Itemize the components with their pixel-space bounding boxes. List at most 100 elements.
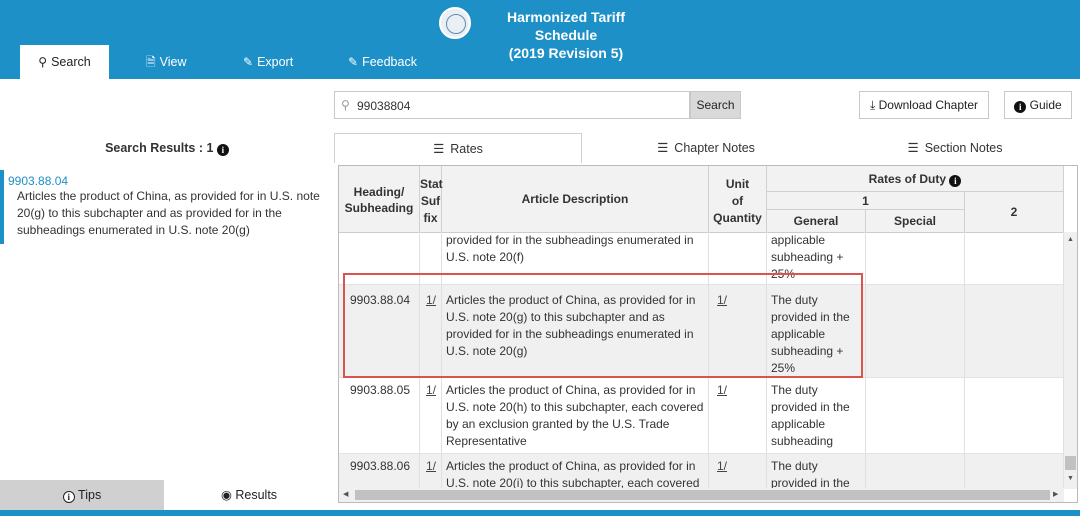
vertical-scrollbar[interactable]: ▲ ▼	[1064, 232, 1077, 489]
heading-cell	[339, 232, 420, 284]
app-header: Harmonized Tariff Schedule (2019 Revisio…	[0, 0, 1080, 79]
vertical-scroll-thumb[interactable]	[1065, 456, 1076, 470]
app-title-line2: (2019 Revision 5)	[508, 45, 624, 61]
heading-column-header: Heading/ Subheading	[339, 166, 420, 232]
unit-header-line3: Quantity	[713, 211, 762, 225]
unit-link[interactable]: 1/	[709, 378, 767, 453]
list-icon: ◉	[220, 488, 232, 502]
special-rate-cell	[866, 454, 965, 489]
tariff-table: Heading/ Subheading Stat Suf fix Article…	[338, 165, 1078, 503]
app-title: Harmonized Tariff Schedule (2019 Revisio…	[476, 8, 656, 62]
download-label: Download Chapter	[878, 98, 979, 112]
tab-view-label: View	[159, 55, 187, 69]
stat-link[interactable]: 1/	[420, 378, 442, 453]
unit-header-line1: Unit	[725, 177, 750, 191]
special-rate-cell	[866, 232, 965, 284]
tab-rates[interactable]: ☰ Rates	[334, 133, 582, 163]
app-title-line1: Harmonized Tariff Schedule	[507, 9, 625, 43]
scroll-right-icon[interactable]: ▶	[1053, 490, 1058, 498]
table-row: 9903.88.05 1/ Articles the product of Ch…	[339, 378, 1064, 454]
bottom-bar	[0, 510, 1080, 516]
search-results-count: Search Results : 1	[105, 141, 214, 155]
stat-header-line1: Stat	[420, 177, 443, 191]
stat-cell	[420, 232, 442, 284]
scroll-left-icon[interactable]: ◀	[343, 490, 348, 498]
horizontal-scroll-thumb[interactable]	[355, 490, 1050, 500]
tab-section-notes[interactable]: ☰ Section Notes	[830, 133, 1080, 163]
table-row: provided for in the subheadings enumerat…	[339, 232, 1064, 285]
stat-suffix-column-header: Stat Suf fix	[420, 166, 443, 232]
heading-header-line1: Heading/	[353, 185, 405, 199]
general-rate-cell: The duty provided in the	[767, 454, 866, 489]
feedback-icon: ✎	[348, 55, 359, 69]
info-icon: i	[62, 491, 75, 503]
export-icon: ✎	[243, 55, 254, 69]
stat-header-line2: Suf	[420, 194, 441, 208]
info-icon[interactable]: i	[949, 175, 962, 187]
table-row: 9903.88.04 1/ Articles the product of Ch…	[339, 285, 1064, 378]
unit-link[interactable]: 1/	[709, 285, 767, 377]
article-description-column-header: Article Description	[442, 166, 709, 232]
stat-link[interactable]: 1/	[420, 454, 442, 489]
download-chapter-button[interactable]: ⤓ Download Chapter	[859, 91, 989, 119]
tab-chapter-notes-label: Chapter Notes	[674, 141, 755, 155]
scroll-down-icon[interactable]: ▼	[1067, 475, 1074, 482]
general-column-header: General	[767, 210, 866, 232]
heading-cell: 9903.88.06	[339, 454, 420, 489]
column-2-rate-cell	[965, 454, 1064, 489]
tab-search[interactable]: ⚲ Search	[20, 45, 109, 79]
info-icon: i	[1014, 101, 1027, 113]
horizontal-scrollbar[interactable]: ◀ ▶	[339, 488, 1064, 502]
general-rate-cell: The duty provided in the applicable subh…	[767, 378, 866, 453]
unit-link[interactable]: 1/	[709, 454, 767, 489]
document-icon: 🗎	[146, 55, 156, 69]
special-rate-cell	[866, 285, 965, 377]
tab-export-label: Export	[257, 55, 294, 69]
tips-tab[interactable]: i Tips	[0, 480, 164, 510]
guide-button[interactable]: i Guide	[1004, 91, 1072, 119]
tab-export[interactable]: ✎ Export	[243, 45, 293, 79]
description-cell: Articles the product of China, as provid…	[442, 454, 709, 489]
view-tabs: ☰ Rates ☰ Chapter Notes ☰ Section Notes	[334, 133, 1080, 163]
rates-icon: ☰	[433, 142, 445, 156]
tab-feedback[interactable]: ✎ Feedback	[348, 45, 417, 79]
column-1-header: 1	[767, 192, 965, 210]
tab-search-label: Search	[51, 55, 91, 69]
stat-header-line3: fix	[423, 211, 438, 225]
column-2-rate-cell	[965, 285, 1064, 377]
description-cell: Articles the product of China, as provid…	[442, 285, 709, 377]
guide-label: Guide	[1029, 98, 1062, 112]
info-icon[interactable]: i	[216, 144, 229, 156]
results-tab[interactable]: ◉ Results	[164, 480, 334, 510]
table-row: 9903.88.06 1/ Articles the product of Ch…	[339, 454, 1064, 489]
unit-header-line2: of	[731, 194, 744, 208]
seal-logo	[439, 7, 471, 39]
heading-cell: 9903.88.04	[339, 285, 420, 377]
search-button[interactable]: Search	[690, 91, 741, 119]
collapse-arrow-icon[interactable]	[531, 504, 545, 510]
stat-link[interactable]: 1/	[420, 285, 442, 377]
tab-view[interactable]: 🗎 View	[146, 45, 187, 79]
rates-header-label: Rates of Duty	[868, 172, 946, 186]
result-code[interactable]: 9903.88.04	[8, 174, 328, 188]
general-rate-cell: The duty provided in the applicable subh…	[767, 285, 866, 377]
special-column-header: Special	[866, 210, 965, 232]
table-header: Heading/ Subheading Stat Suf fix Article…	[339, 166, 1064, 233]
search-box: ⚲	[334, 91, 690, 119]
heading-cell: 9903.88.05	[339, 378, 420, 453]
bottom-tabs: i Tips ◉ Results	[0, 480, 334, 510]
rates-of-duty-header: Rates of Duty i	[767, 166, 1064, 192]
scroll-up-icon[interactable]: ▲	[1067, 236, 1074, 243]
search-icon: ⚲	[341, 98, 350, 112]
search-input[interactable]	[355, 96, 679, 116]
tab-chapter-notes[interactable]: ☰ Chapter Notes	[582, 133, 830, 163]
column-2-rate-cell	[965, 232, 1064, 284]
download-icon: ⤓	[869, 98, 876, 112]
heading-header-line2: Subheading	[344, 201, 414, 215]
result-description: Articles the product of China, as provid…	[17, 189, 320, 237]
tab-feedback-label: Feedback	[362, 55, 417, 69]
tab-section-notes-label: Section Notes	[924, 141, 1003, 155]
special-rate-cell	[866, 378, 965, 453]
tips-label: Tips	[78, 488, 102, 502]
result-item[interactable]: 9903.88.04 Articles the product of China…	[0, 170, 334, 244]
